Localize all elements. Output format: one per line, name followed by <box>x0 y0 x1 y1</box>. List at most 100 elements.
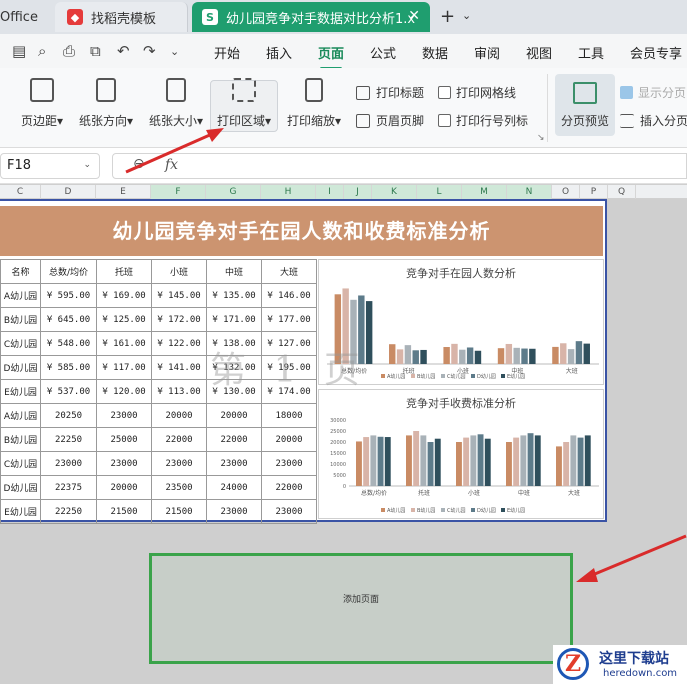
table-cell[interactable]: ¥ 146.00 <box>261 283 317 308</box>
table-cell[interactable]: D幼儿园 <box>0 355 41 380</box>
table-cell[interactable]: ¥ 135.00 <box>206 283 262 308</box>
add-page-area[interactable]: 添加页面 <box>149 553 573 664</box>
table-cell[interactable]: ¥ 177.00 <box>261 307 317 332</box>
column-header-n[interactable]: N <box>507 185 552 199</box>
table-cell[interactable]: 23000 <box>96 451 152 476</box>
table-cell[interactable]: 托班 <box>96 259 152 284</box>
table-cell[interactable]: D幼儿园 <box>0 475 41 500</box>
menu-view[interactable]: 视图 <box>526 43 552 62</box>
table-cell[interactable]: 22250 <box>40 499 97 524</box>
menu-page-layout[interactable]: 页面 <box>318 43 344 70</box>
column-header-h[interactable]: H <box>261 185 316 199</box>
menu-review[interactable]: 审阅 <box>474 43 500 62</box>
table-cell[interactable]: ¥ 169.00 <box>96 283 152 308</box>
table-cell[interactable]: 23000 <box>206 499 262 524</box>
print-gridlines-checkbox[interactable]: 打印网格线 <box>438 84 516 101</box>
table-cell[interactable]: 20250 <box>40 403 97 428</box>
table-cell[interactable]: B幼儿园 <box>0 307 41 332</box>
table-cell[interactable]: 22000 <box>151 427 207 452</box>
table-cell[interactable]: 20000 <box>206 403 262 428</box>
link-icon[interactable]: ⌕ <box>38 42 46 60</box>
table-cell[interactable]: ¥ 537.00 <box>40 379 97 404</box>
table-cell[interactable]: ¥ 145.00 <box>151 283 207 308</box>
dialog-launcher-icon[interactable]: ↘ <box>537 133 545 143</box>
table-cell[interactable]: 21500 <box>96 499 152 524</box>
table-cell[interactable]: B幼儿园 <box>0 427 41 452</box>
table-cell[interactable]: ¥ 122.00 <box>151 331 207 356</box>
table-cell[interactable]: ¥ 120.00 <box>96 379 152 404</box>
table-cell[interactable]: 18000 <box>261 403 317 428</box>
print-preview-icon[interactable]: ⧉ <box>90 42 101 60</box>
table-cell[interactable]: 中班 <box>206 259 262 284</box>
table-cell[interactable]: 22375 <box>40 475 97 500</box>
header-footer-button[interactable]: 页眉页脚 <box>356 112 424 129</box>
close-icon[interactable]: ✕ <box>408 8 420 24</box>
table-cell[interactable]: ¥ 141.00 <box>151 355 207 380</box>
table-cell[interactable]: 23000 <box>40 451 97 476</box>
column-header-m[interactable]: M <box>462 185 507 199</box>
table-cell[interactable]: E幼儿园 <box>0 499 41 524</box>
table-cell[interactable]: 总数/均价 <box>40 259 97 284</box>
menu-insert[interactable]: 插入 <box>266 43 292 62</box>
menu-home[interactable]: 开始 <box>214 43 240 62</box>
table-cell[interactable]: 22000 <box>206 427 262 452</box>
name-box[interactable]: F18 ⌄ <box>0 153 100 179</box>
column-header-l[interactable]: L <box>417 185 462 199</box>
tab-template[interactable]: ◆ 找稻壳模板 <box>55 2 188 32</box>
column-header-q[interactable]: Q <box>608 185 636 199</box>
print-scale-button[interactable]: 打印缩放▾ <box>282 78 346 129</box>
table-cell[interactable]: A幼儿园 <box>0 403 41 428</box>
margins-left-button[interactable]: 距 <box>0 78 12 129</box>
table-cell[interactable]: 22000 <box>261 475 317 500</box>
undo-icon[interactable]: ↶ <box>117 42 130 60</box>
page-break-preview-button[interactable]: 分页预览 <box>555 74 615 136</box>
table-cell[interactable]: ¥ 645.00 <box>40 307 97 332</box>
table-cell[interactable]: 名称 <box>0 259 41 284</box>
table-cell[interactable]: C幼儿园 <box>0 331 41 356</box>
table-cell[interactable]: ¥ 548.00 <box>40 331 97 356</box>
table-cell[interactable]: C幼儿园 <box>0 451 41 476</box>
table-cell[interactable]: 25000 <box>96 427 152 452</box>
column-header-i[interactable]: I <box>316 185 344 199</box>
margins-button[interactable]: 页边距▾ <box>12 78 72 129</box>
new-tab-icon[interactable]: + <box>440 6 455 27</box>
menu-data[interactable]: 数据 <box>422 43 448 62</box>
table-cell[interactable]: ¥ 117.00 <box>96 355 152 380</box>
table-cell[interactable]: 23000 <box>96 403 152 428</box>
tab-file[interactable]: S 幼儿园竞争对手数据对比分析1.xls ✕ <box>192 2 430 32</box>
column-header-g[interactable]: G <box>206 185 261 199</box>
table-cell[interactable]: ¥ 172.00 <box>151 307 207 332</box>
table-cell[interactable]: 大班 <box>261 259 317 284</box>
table-cell[interactable]: ¥ 171.00 <box>206 307 262 332</box>
column-header-e[interactable]: E <box>96 185 151 199</box>
column-header-j[interactable]: J <box>344 185 372 199</box>
chevron-down-icon[interactable]: ⌄ <box>83 160 91 170</box>
column-header-o[interactable]: O <box>552 185 580 199</box>
print-titles-button[interactable]: 打印标题 <box>356 84 424 101</box>
table-cell[interactable]: 小班 <box>151 259 207 284</box>
chart-fees[interactable]: 竞争对手收费标准分析 0 5000 10000 15000 20000 25000 3000… <box>318 389 604 519</box>
column-header-k[interactable]: K <box>372 185 417 199</box>
chevron-down-icon[interactable]: ⌄ <box>462 9 471 22</box>
table-cell[interactable]: ¥ 125.00 <box>96 307 152 332</box>
print-icon[interactable]: ⎙ <box>63 42 75 60</box>
column-header-f[interactable]: F <box>151 185 206 199</box>
table-cell[interactable]: ¥ 161.00 <box>96 331 152 356</box>
table-cell[interactable]: 20000 <box>151 403 207 428</box>
table-cell[interactable]: ¥ 585.00 <box>40 355 97 380</box>
table-cell[interactable]: 23500 <box>151 475 207 500</box>
table-cell[interactable]: 23000 <box>151 451 207 476</box>
table-cell[interactable]: 24000 <box>206 475 262 500</box>
table-cell[interactable]: 23000 <box>261 451 317 476</box>
redo-icon[interactable]: ↷ <box>143 42 156 60</box>
column-header-c[interactable]: C <box>0 185 41 199</box>
column-header-p[interactable]: P <box>580 185 608 199</box>
table-cell[interactable]: 23000 <box>261 499 317 524</box>
show-page-breaks-checkbox[interactable]: 显示分页 <box>620 84 686 101</box>
table-cell[interactable]: 22250 <box>40 427 97 452</box>
table-cell[interactable]: 21500 <box>151 499 207 524</box>
menu-icon[interactable]: ▤ <box>12 42 26 60</box>
more-icon[interactable]: ⌄ <box>170 45 179 58</box>
menu-member[interactable]: 会员专享 <box>630 43 682 62</box>
column-header-d[interactable]: D <box>41 185 96 199</box>
